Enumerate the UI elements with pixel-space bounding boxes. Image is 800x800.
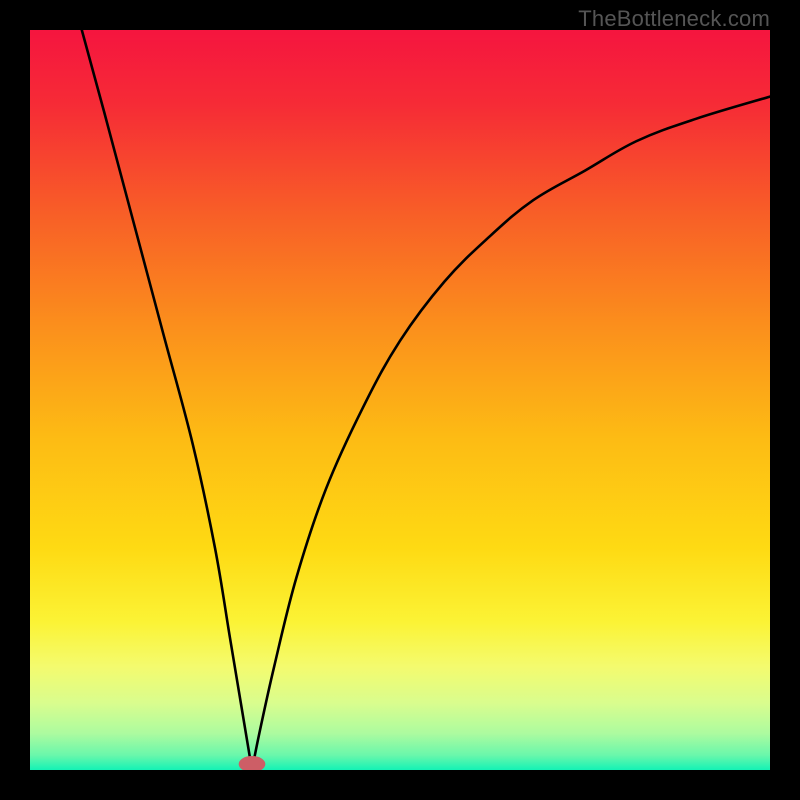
chart-frame: TheBottleneck.com <box>0 0 800 800</box>
curve-right-branch <box>252 97 770 770</box>
minimum-marker <box>239 756 266 770</box>
watermark-text: TheBottleneck.com <box>578 6 770 32</box>
plot-area <box>30 30 770 770</box>
curve-left-branch <box>82 30 252 770</box>
curve-layer <box>30 30 770 770</box>
